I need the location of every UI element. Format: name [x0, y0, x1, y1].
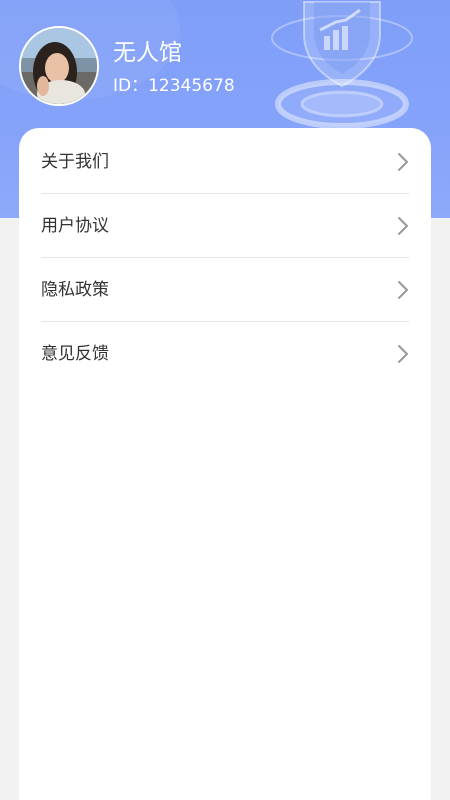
- settings-card: 关于我们 用户协议 隐私政策 意见反馈: [19, 128, 431, 800]
- chevron-right-icon: [398, 153, 408, 171]
- menu-item-label: 关于我们: [41, 152, 109, 172]
- menu-item-about-us[interactable]: 关于我们: [41, 130, 409, 194]
- user-id: ID：12345678: [113, 76, 235, 96]
- chevron-right-icon: [398, 217, 408, 235]
- chevron-right-icon: [398, 345, 408, 363]
- username: 无人馆: [113, 40, 182, 66]
- menu-item-label: 隐私政策: [41, 280, 109, 300]
- avatar-photo: [21, 28, 97, 104]
- menu-item-user-agreement[interactable]: 用户协议: [41, 194, 409, 258]
- menu-item-label: 意见反馈: [41, 344, 109, 364]
- menu-item-privacy-policy[interactable]: 隐私政策: [41, 258, 409, 322]
- chevron-right-icon: [398, 281, 408, 299]
- shield-chart-illustration-icon: [271, 1, 413, 129]
- menu-item-feedback[interactable]: 意见反馈: [41, 322, 409, 386]
- menu-item-label: 用户协议: [41, 216, 109, 236]
- avatar[interactable]: [19, 26, 99, 106]
